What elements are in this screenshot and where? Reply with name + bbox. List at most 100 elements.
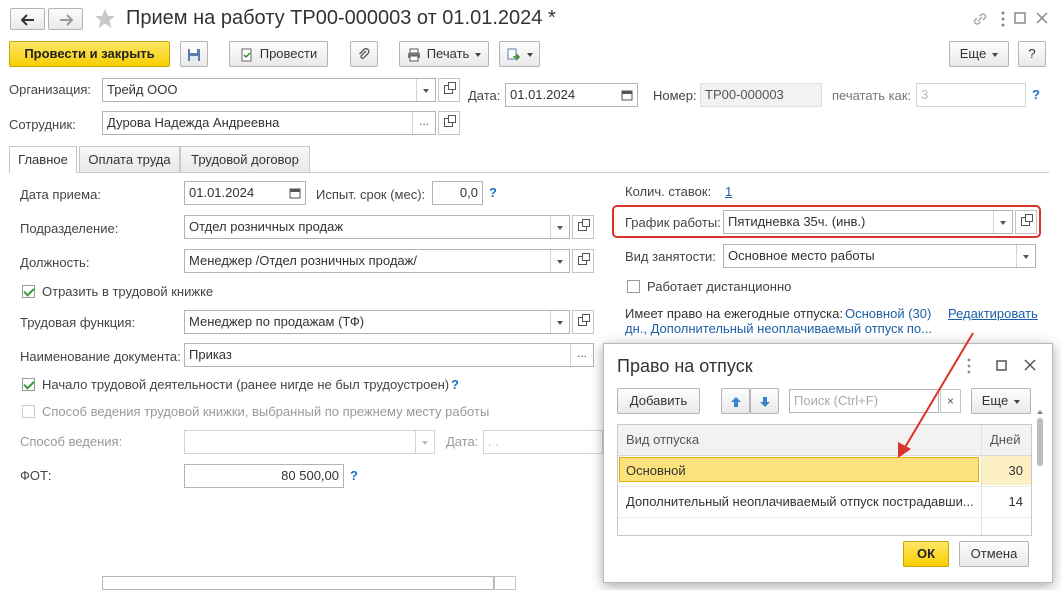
fot-field[interactable]: 80 500,00	[184, 464, 344, 488]
attach-button[interactable]	[350, 41, 378, 67]
post-and-close-button[interactable]: Провести и закрыть	[9, 41, 170, 67]
chevron-down-icon[interactable]	[1016, 245, 1035, 267]
method-field[interactable]	[184, 430, 435, 454]
bottom-open-button[interactable]	[494, 576, 516, 590]
position-open-button[interactable]	[572, 249, 594, 273]
hire-date-field[interactable]: 01.01.2024	[184, 181, 306, 205]
calendar-icon[interactable]	[289, 187, 301, 199]
vacation-summary-line1[interactable]: Основной (30)	[845, 306, 931, 321]
arrow-up-icon	[730, 396, 741, 407]
employee-field[interactable]: Дурова Надежда Андреевна...	[102, 111, 436, 135]
chevron-down-icon	[992, 52, 999, 57]
tab-payment[interactable]: Оплата труда	[79, 146, 180, 172]
create-based-on-button[interactable]	[499, 41, 540, 67]
move-down-button[interactable]	[750, 388, 779, 414]
bottom-field[interactable]	[102, 576, 494, 590]
dialog-more-button[interactable]: Еще	[971, 388, 1031, 414]
start-help-icon[interactable]: ?	[451, 377, 459, 392]
col-days-header[interactable]: Дней	[990, 432, 1020, 447]
edit-vacations-link[interactable]: Редактировать	[948, 306, 1038, 321]
function-open-button[interactable]	[572, 310, 594, 334]
kebab-menu-icon[interactable]	[966, 358, 972, 374]
docname-label: Наименование документа:	[20, 349, 181, 364]
ok-button[interactable]: ОК	[903, 541, 949, 567]
employment-field[interactable]: Основное место работы	[723, 244, 1036, 268]
create-based-icon	[507, 48, 520, 61]
maximize-icon[interactable]	[996, 360, 1007, 371]
rates-link[interactable]: 1	[725, 184, 732, 199]
forward-button[interactable]	[48, 8, 83, 30]
favorite-star-icon[interactable]	[94, 8, 116, 30]
chevron-down-icon[interactable]	[550, 311, 569, 333]
schedule-field[interactable]: Пятидневка 35ч. (инв.)	[723, 210, 1013, 234]
employment-value: Основное место работы	[728, 248, 875, 263]
chevron-down-icon[interactable]	[550, 216, 569, 238]
link-icon[interactable]	[972, 11, 988, 27]
back-button[interactable]	[10, 8, 45, 30]
org-field[interactable]: Трейд ООО	[102, 78, 436, 102]
save-button[interactable]	[180, 41, 208, 67]
tab-main[interactable]: Главное	[9, 146, 77, 173]
position-field[interactable]: Менеджер /Отдел розничных продаж/	[184, 249, 570, 273]
post-button[interactable]: Провести	[229, 41, 328, 67]
print-as-help-icon[interactable]: ?	[1032, 87, 1040, 102]
calendar-icon[interactable]	[621, 89, 633, 101]
open-icon	[444, 82, 456, 94]
scroll-up-icon[interactable]	[1037, 410, 1043, 414]
row-type: Дополнительный неоплачиваемый отпуск пос…	[626, 494, 974, 509]
table-scrollbar[interactable]	[1036, 410, 1044, 532]
move-up-button[interactable]	[721, 388, 750, 414]
table-row[interactable]: Дополнительный неоплачиваемый отпуск пос…	[618, 486, 1031, 516]
select-dots-icon[interactable]: ...	[570, 344, 593, 366]
print-as-field[interactable]: 3	[916, 83, 1026, 107]
add-button[interactable]: Добавить	[617, 388, 700, 414]
window-title: Прием на работу ТР00-000003 от 01.01.202…	[126, 7, 556, 29]
print-button[interactable]: Печать	[399, 41, 489, 67]
printer-icon	[407, 48, 420, 62]
select-dots-icon[interactable]: ...	[412, 112, 435, 134]
search-clear-button[interactable]: ×	[940, 389, 961, 413]
employee-label: Сотрудник:	[9, 117, 76, 132]
chevron-down-icon	[526, 52, 533, 57]
chevron-down-icon[interactable]	[415, 431, 434, 453]
scroll-thumb[interactable]	[1037, 418, 1043, 466]
schedule-open-button[interactable]	[1015, 210, 1037, 234]
tab-contract[interactable]: Трудовой договор	[180, 146, 310, 172]
probation-help-icon[interactable]: ?	[489, 185, 497, 200]
remote-checkbox[interactable]	[627, 280, 640, 293]
division-open-button[interactable]	[572, 215, 594, 239]
more-button[interactable]: Еще	[949, 41, 1009, 67]
close-icon[interactable]	[1024, 359, 1036, 371]
reflect-checkbox[interactable]	[22, 285, 35, 298]
date-field[interactable]: 01.01.2024	[505, 83, 638, 107]
probation-field[interactable]: 0,0	[432, 181, 483, 205]
number-field[interactable]: ТР00-000003	[700, 83, 822, 107]
cancel-button[interactable]: Отмена	[959, 541, 1029, 567]
maximize-icon[interactable]	[1014, 12, 1026, 24]
help-button[interactable]: ?	[1018, 41, 1046, 67]
fot-help-icon[interactable]: ?	[350, 468, 358, 483]
search-input[interactable]: Поиск (Ctrl+F)	[789, 389, 939, 413]
employee-open-button[interactable]	[438, 111, 460, 135]
col-type-header[interactable]: Вид отпуска	[626, 432, 699, 447]
kebab-menu-icon[interactable]	[1000, 10, 1006, 28]
start-label[interactable]: Начало трудовой деятельности (ранее нигд…	[42, 377, 449, 392]
chevron-down-icon[interactable]	[993, 211, 1012, 233]
remote-label[interactable]: Работает дистанционно	[647, 279, 791, 294]
docname-field[interactable]: Приказ...	[184, 343, 594, 367]
close-icon[interactable]	[1036, 12, 1048, 24]
reflect-label[interactable]: Отразить в трудовой книжке	[42, 284, 213, 299]
chevron-down-icon[interactable]	[416, 79, 435, 101]
org-label: Организация:	[9, 82, 92, 97]
chevron-down-icon[interactable]	[550, 250, 569, 272]
org-open-button[interactable]	[438, 78, 460, 102]
method-date-field[interactable]: . .	[483, 430, 603, 454]
method-prev-checkbox[interactable]	[22, 405, 35, 418]
division-field[interactable]: Отдел розничных продаж	[184, 215, 570, 239]
start-checkbox[interactable]	[22, 378, 35, 391]
method-label: Способ ведения:	[20, 434, 123, 449]
table-row[interactable]: Основной 30	[618, 456, 1031, 485]
vacation-summary-line2[interactable]: дн., Дополнительный неоплачиваемый отпус…	[625, 321, 932, 336]
function-field[interactable]: Менеджер по продажам (ТФ)	[184, 310, 570, 334]
position-label: Должность:	[20, 255, 90, 270]
